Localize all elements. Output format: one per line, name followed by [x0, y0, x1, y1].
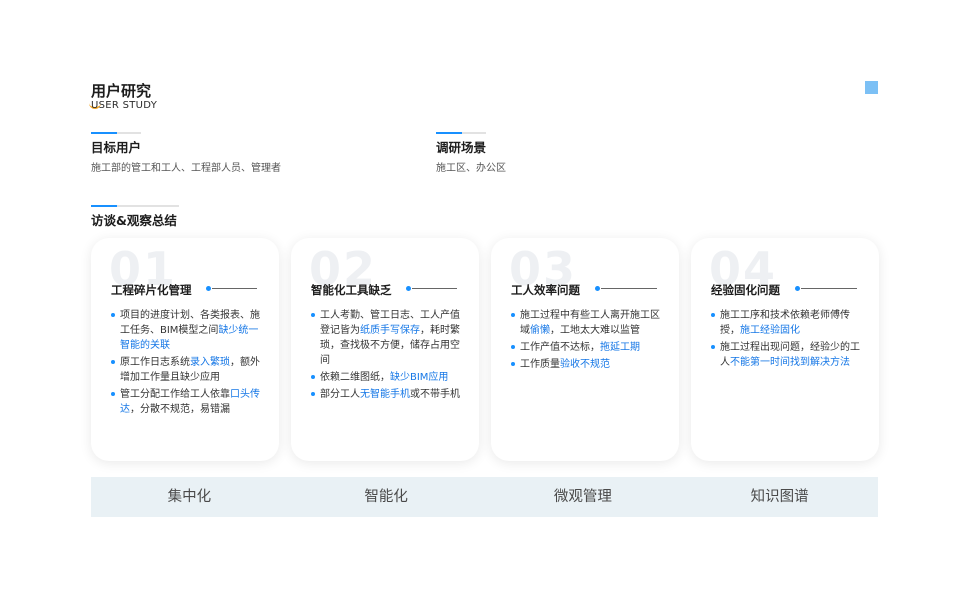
item-text: ，工地太大难以监管: [550, 325, 640, 336]
card-title-line: [795, 286, 857, 291]
highlight-text: 拖延工期: [600, 342, 640, 353]
highlight-text: 无智能手机: [360, 389, 410, 400]
list-item: 施工过程出现问题，经验少的工人不能第一时间找到解决方法: [711, 340, 861, 370]
list-item: 管工分配工作给工人依靠口头传达，分散不规范，易错漏: [111, 387, 261, 417]
list-item: 工人考勤、管工日志、工人产值登记皆为纸质手写保存，耗时繁琐，查找极不方便，储存占…: [311, 308, 461, 368]
highlight-text: 录入繁琐: [190, 357, 230, 368]
tag-knowledge-graph: 知识图谱: [750, 489, 809, 505]
card-worker-efficiency: 03 工人效率问题 施工过程中有些工人离开施工区域偷懒，工地太大难以监管 工作产值…: [491, 238, 679, 461]
corner-square-decoration: [865, 81, 878, 94]
card-title-dot: [795, 286, 800, 291]
highlight-text: 施工经验固化: [740, 325, 800, 336]
item-text: 或不带手机: [410, 389, 460, 400]
card-title: 经验固化问题: [711, 283, 780, 297]
item-text: 部分工人: [320, 389, 360, 400]
card-issue-list: 施工过程中有些工人离开施工区域偷懒，工地太大难以监管 工作产值不达标，拖延工期 工作…: [511, 308, 661, 374]
highlight-text: 偷懒: [530, 325, 550, 336]
card-issue-list: 工人考勤、管工日志、工人产值登记皆为纸质手写保存，耗时繁琐，查找极不方便，储存占…: [311, 308, 461, 404]
highlight-text: 缺少BIM应用: [390, 372, 449, 383]
target-users-desc: 施工部的管工和工人、工程部人员、管理者: [91, 163, 281, 174]
card-title-dot: [595, 286, 600, 291]
scenarios-title: 调研场景: [436, 140, 487, 155]
card-fragmented-management: 01 工程碎片化管理 项目的进度计划、各类报表、施工任务、BIM模型之间缺少统一…: [91, 238, 279, 461]
list-item: 项目的进度计划、各类报表、施工任务、BIM模型之间缺少统一智能的关联: [111, 308, 261, 353]
list-item: 部分工人无智能手机或不带手机: [311, 387, 461, 402]
card-title-dot: [206, 286, 211, 291]
item-text: 管工分配工作给工人依靠: [120, 389, 230, 400]
list-item: 工作产值不达标，拖延工期: [511, 340, 661, 355]
card-title: 工程碎片化管理: [111, 283, 192, 297]
summary-divider: [91, 205, 179, 207]
card-title-line: [406, 286, 457, 291]
list-item: 原工作日志系统录入繁琐，额外增加工作量且缺少应用: [111, 355, 261, 385]
list-item: 施工过程中有些工人离开施工区域偷懒，工地太大难以监管: [511, 308, 661, 338]
card-title-line: [595, 286, 657, 291]
item-text: 工作产值不达标，: [520, 342, 600, 353]
summary-title: 访谈&观察总结: [91, 213, 177, 228]
tag-micro-management: 微观管理: [553, 489, 612, 505]
item-text: ，分散不规范，易错漏: [130, 404, 230, 415]
item-text: 原工作日志系统: [120, 357, 190, 368]
solution-tag-bar: 集中化 智能化 微观管理 知识图谱: [91, 477, 878, 517]
card-title-dot: [406, 286, 411, 291]
highlight-text: 纸质手写保存: [360, 325, 420, 336]
card-lack-of-tools: 02 智能化工具缺乏 工人考勤、管工日志、工人产值登记皆为纸质手写保存，耗时繁琐…: [291, 238, 479, 461]
page-subtitle: USER STUDY: [91, 100, 158, 111]
scenarios-desc: 施工区、办公区: [436, 163, 506, 174]
highlight-text: 验收不规范: [560, 359, 610, 370]
list-item: 依赖二维图纸，缺少BIM应用: [311, 370, 461, 385]
item-text: 工作质量: [520, 359, 560, 370]
card-issue-list: 项目的进度计划、各类报表、施工任务、BIM模型之间缺少统一智能的关联 原工作日志系…: [111, 308, 261, 419]
tag-centralization: 集中化: [167, 489, 212, 505]
card-issue-list: 施工工序和技术依赖老师傅传授，施工经验固化 施工过程出现问题，经验少的工人不能第一…: [711, 308, 861, 372]
item-text: 依赖二维图纸，: [320, 372, 390, 383]
highlight-text: 不能第一时间找到解决方法: [730, 357, 850, 368]
card-title: 智能化工具缺乏: [311, 283, 392, 297]
card-title-line: [206, 286, 257, 291]
target-users-divider: [91, 132, 141, 134]
tag-intelligence: 智能化: [364, 489, 408, 505]
scenarios-divider: [436, 132, 486, 134]
page-title: 用户研究: [91, 82, 152, 100]
target-users-title: 目标用户: [91, 140, 142, 155]
card-experience-solidification: 04 经验固化问题 施工工序和技术依赖老师傅传授，施工经验固化 施工过程出现问题，…: [691, 238, 879, 461]
list-item: 工作质量验收不规范: [511, 357, 661, 372]
list-item: 施工工序和技术依赖老师傅传授，施工经验固化: [711, 308, 861, 338]
card-title: 工人效率问题: [511, 283, 580, 297]
